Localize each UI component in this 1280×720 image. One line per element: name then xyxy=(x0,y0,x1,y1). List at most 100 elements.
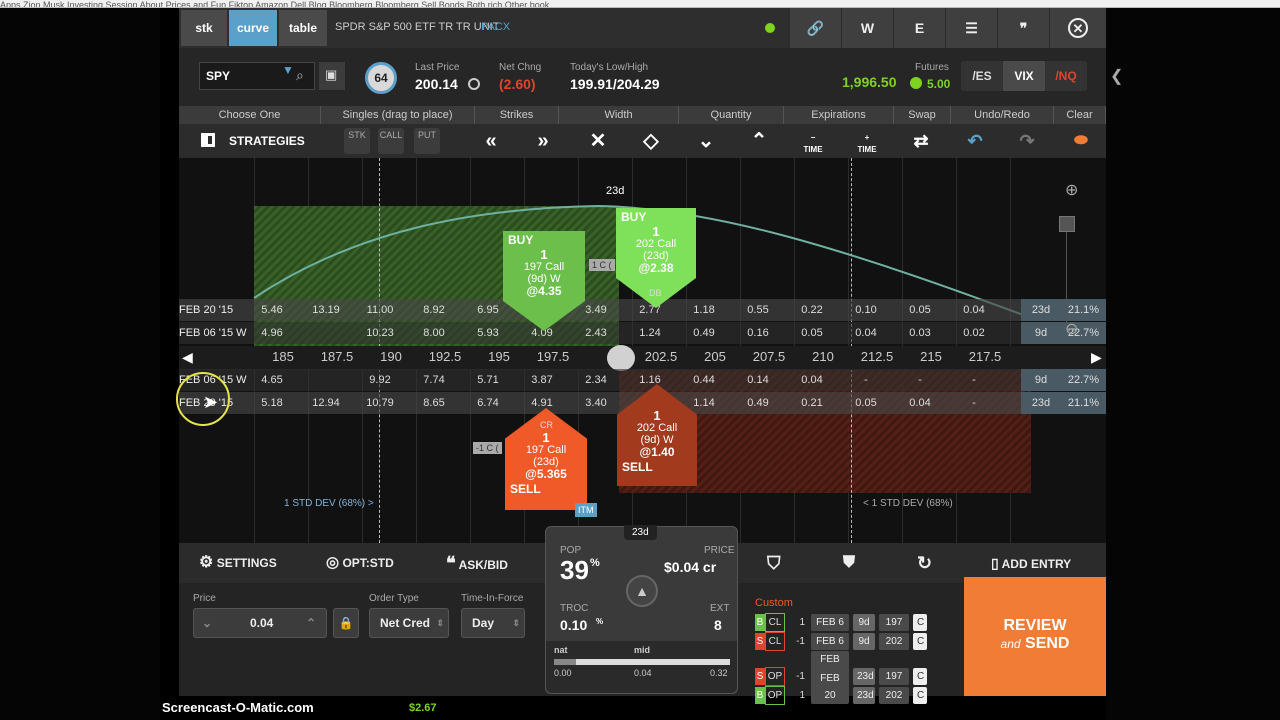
redo-button[interactable]: ↷ xyxy=(1005,124,1049,158)
strike-label[interactable] xyxy=(582,346,632,368)
order-type-select[interactable]: Net Cred ⇕ xyxy=(369,608,449,638)
strike-label[interactable]: 212.5 xyxy=(852,346,902,368)
undo-button[interactable]: ↶ xyxy=(953,124,997,158)
strike-label[interactable]: 215 xyxy=(906,346,956,368)
w-button[interactable]: W xyxy=(841,8,893,48)
option-price-cell[interactable]: 5.71 xyxy=(463,369,513,391)
price-stepper[interactable]: ⌄ 0.04 ⌃ xyxy=(193,608,327,638)
option-price-cell[interactable]: 0.21 xyxy=(787,392,837,414)
option-price-cell[interactable]: - xyxy=(841,369,891,391)
option-price-cell[interactable]: 0.04 xyxy=(841,322,891,344)
option-price-cell[interactable]: 0.04 xyxy=(895,392,945,414)
option-price-cell[interactable]: 5.93 xyxy=(463,322,513,344)
strike-label[interactable]: 210 xyxy=(798,346,848,368)
link-button[interactable]: 🔗 xyxy=(789,8,841,48)
option-price-cell[interactable]: 0.44 xyxy=(679,369,729,391)
filter-button[interactable]: ⛉ xyxy=(767,543,781,583)
zoom-slider-handle[interactable] xyxy=(1059,216,1075,232)
option-price-cell[interactable]: 0.10 xyxy=(841,299,891,321)
strike-label[interactable]: 202.5 xyxy=(636,346,686,368)
chevron-left-icon[interactable]: ❮ xyxy=(1110,66,1130,86)
row-expiration-label[interactable]: FEB 20 '15 xyxy=(179,299,233,321)
leg-row[interactable]: S CL -1 FEB 6 9d 202 C xyxy=(755,632,945,651)
option-price-cell[interactable]: 9.92 xyxy=(355,369,405,391)
option-price-cell[interactable]: 13.19 xyxy=(301,299,351,321)
symbol-input[interactable]: SPY ▼ ⌕ xyxy=(199,62,315,90)
option-price-cell[interactable]: 2.43 xyxy=(571,322,621,344)
strike-label[interactable]: 217.5 xyxy=(960,346,1010,368)
width-narrow-button[interactable]: ✕ xyxy=(576,124,620,158)
swap-button[interactable]: ⇄ xyxy=(899,124,943,158)
option-price-cell[interactable]: 0.05 xyxy=(895,299,945,321)
quantity-down-button[interactable]: ⌄ xyxy=(684,124,728,158)
refresh-button[interactable]: ↻ xyxy=(917,543,932,583)
option-price-cell[interactable]: 1.16 xyxy=(625,369,675,391)
option-price-cell[interactable]: 0.03 xyxy=(895,322,945,344)
option-price-cell[interactable]: 3.40 xyxy=(571,392,621,414)
option-price-cell[interactable]: 3.87 xyxy=(517,369,567,391)
option-price-cell[interactable]: 4.91 xyxy=(517,392,567,414)
option-price-cell[interactable] xyxy=(301,322,351,344)
option-price-cell[interactable]: 8.65 xyxy=(409,392,459,414)
option-price-cell[interactable]: 1.18 xyxy=(679,299,729,321)
ask-bid-button[interactable]: ❝ ASK/BID xyxy=(446,543,508,585)
list-view-button[interactable]: ☰ xyxy=(945,8,997,48)
option-price-cell[interactable] xyxy=(301,369,351,391)
tab-table[interactable]: table xyxy=(279,10,327,46)
option-price-cell[interactable]: 5.46 xyxy=(247,299,297,321)
strike-label[interactable]: 207.5 xyxy=(744,346,794,368)
option-price-cell[interactable]: 0.02 xyxy=(949,322,999,344)
option-price-cell[interactable]: 4.96 xyxy=(247,322,297,344)
option-price-cell[interactable]: 11.00 xyxy=(355,299,405,321)
option-price-cell[interactable]: 10.79 xyxy=(355,392,405,414)
single-call-button[interactable]: CALL xyxy=(378,128,404,154)
close-button[interactable]: ✕ xyxy=(1049,8,1106,48)
zoom-in-icon[interactable]: ⊕ xyxy=(1065,180,1078,200)
option-price-cell[interactable]: 12.94 xyxy=(301,392,351,414)
option-price-cell[interactable]: 0.04 xyxy=(787,369,837,391)
review-send-button[interactable]: REVIEW and SEND xyxy=(964,577,1106,696)
option-price-cell[interactable]: 0.05 xyxy=(787,322,837,344)
option-price-cell[interactable]: - xyxy=(949,369,999,391)
es-button[interactable]: /ES xyxy=(961,61,1003,91)
leg-row[interactable]: B CL 1 FEB 6 9d 197 C xyxy=(755,613,945,632)
option-price-cell[interactable]: 10.23 xyxy=(355,322,405,344)
leg-row[interactable]: B OP 1 FEB 20 23d 202 C xyxy=(755,670,945,705)
price-slider-track[interactable] xyxy=(554,659,730,665)
option-price-cell[interactable]: 0.04 xyxy=(949,299,999,321)
expand-card-icon[interactable]: ▲ xyxy=(626,575,658,607)
option-price-cell[interactable]: - xyxy=(949,392,999,414)
lock-price-button[interactable]: 🔒 xyxy=(333,608,359,638)
strike-label[interactable]: 187.5 xyxy=(312,346,362,368)
tif-select[interactable]: Day ⇕ xyxy=(461,608,525,638)
option-price-cell[interactable]: 0.05 xyxy=(841,392,891,414)
option-price-cell[interactable]: 2.34 xyxy=(571,369,621,391)
single-put-button[interactable]: PUT xyxy=(414,128,440,154)
quantity-up-button[interactable]: ⌃ xyxy=(737,124,781,158)
strategies-button[interactable]: STRATEGIES xyxy=(179,124,321,158)
tab-stk[interactable]: stk xyxy=(181,10,227,46)
price-up-icon[interactable]: ⌃ xyxy=(306,609,316,637)
strike-up-button[interactable]: » xyxy=(521,124,565,158)
option-price-cell[interactable]: - xyxy=(895,369,945,391)
single-stk-button[interactable]: STK xyxy=(344,128,370,154)
option-price-cell[interactable]: 7.74 xyxy=(409,369,459,391)
option-price-cell[interactable]: 8.92 xyxy=(409,299,459,321)
price-down-icon[interactable]: ⌄ xyxy=(202,609,212,637)
option-price-cell[interactable]: 4.65 xyxy=(247,369,297,391)
strike-down-button[interactable]: « xyxy=(469,124,513,158)
time-plus-button[interactable]: + TIME xyxy=(845,124,889,158)
e-button[interactable]: E xyxy=(893,8,945,48)
option-price-cell[interactable]: 0.16 xyxy=(733,322,783,344)
option-price-cell[interactable]: 5.18 xyxy=(247,392,297,414)
option-price-cell[interactable]: 8.00 xyxy=(409,322,459,344)
option-price-cell[interactable]: 1.24 xyxy=(625,322,675,344)
clear-button[interactable]: ⬬ xyxy=(1059,124,1103,158)
option-price-cell[interactable]: 0.55 xyxy=(733,299,783,321)
row-expiration-label[interactable]: FEB 06 '15 W xyxy=(179,322,247,344)
option-price-cell[interactable]: 0.22 xyxy=(787,299,837,321)
strike-label[interactable]: 192.5 xyxy=(420,346,470,368)
shield-button[interactable]: ⛊ xyxy=(843,543,855,583)
strike-label[interactable]: 197.5 xyxy=(528,346,578,368)
vix-button[interactable]: VIX xyxy=(1003,61,1045,91)
